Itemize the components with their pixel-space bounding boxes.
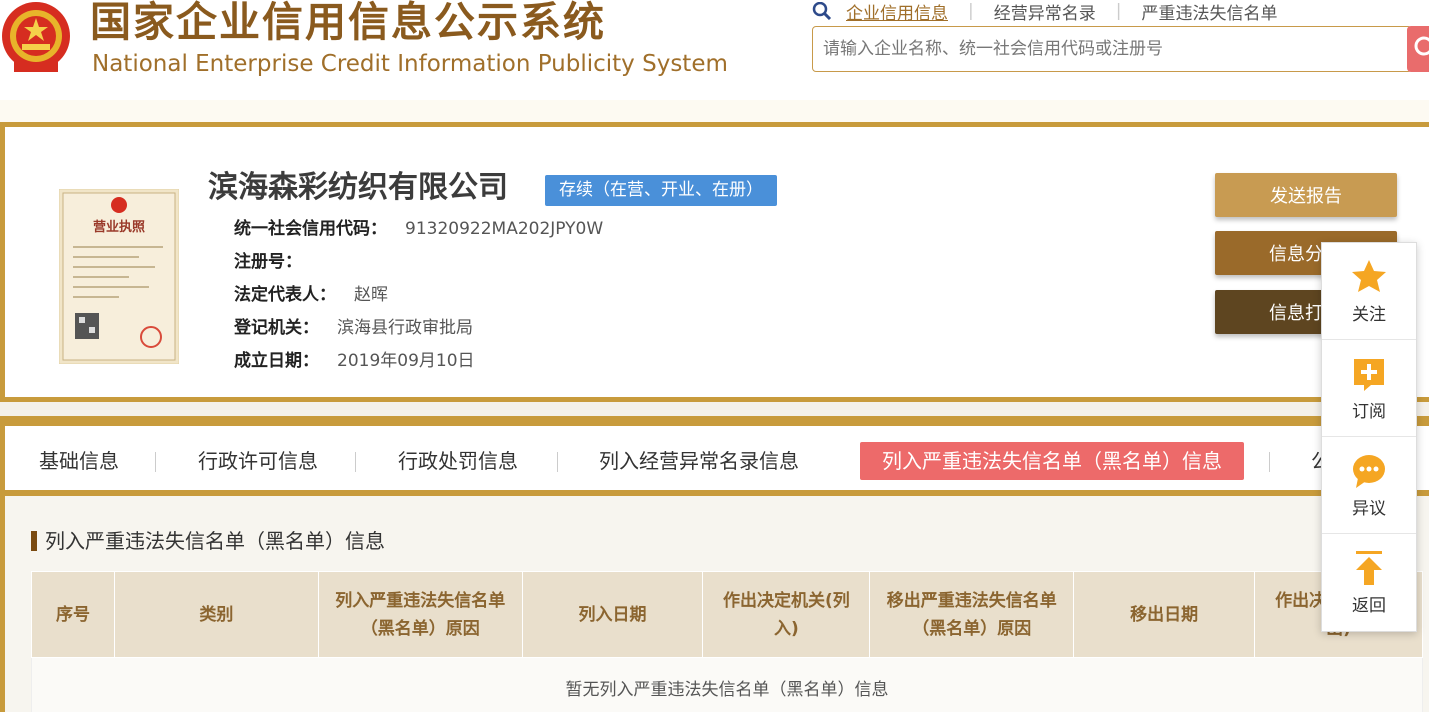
follow-button[interactable]: 关注 <box>1322 243 1416 340</box>
blacklist-section: 列入严重违法失信名单（黑名单）信息 序号 类别 列入严重违法失信名单（黑名单）原… <box>5 496 1429 712</box>
company-name: 滨海森彩纺织有限公司 <box>208 170 508 205</box>
national-emblem-icon[interactable] <box>0 0 78 80</box>
info-registration-number: 注册号： <box>234 250 320 274</box>
back-to-top-button[interactable]: 返回 <box>1322 534 1416 631</box>
business-license-thumbnail[interactable]: 营业执照 <box>59 189 179 364</box>
subscribe-button[interactable]: 订阅 <box>1322 340 1416 437</box>
info-value: 赵晖 <box>354 285 388 305</box>
star-icon <box>1352 259 1386 292</box>
subscribe-icon <box>1354 358 1384 391</box>
site-header: 国家企业信用信息公示系统 National Enterprise Credit … <box>0 0 1429 100</box>
column-header: 列入日期 <box>521 571 704 658</box>
tab-abnormal-operation[interactable]: 列入经营异常名录信息 <box>599 442 799 480</box>
section-gap <box>0 402 1429 416</box>
tab-separator <box>557 452 558 472</box>
chat-bubble-icon <box>1353 454 1385 488</box>
top-nav: 企业信用信息 | 经营异常名录 | 严重违法失信名单 <box>812 0 1277 24</box>
back-to-top-icon <box>1356 551 1382 585</box>
nav-serious-violation-list[interactable]: 严重违法失信名单 <box>1141 0 1277 24</box>
tabs-section: 基础信息 行政许可信息 行政处罚信息 列入经营异常名录信息 列入严重违法失信名单… <box>0 416 1429 712</box>
status-badge: 存续（在营、开业、在册） <box>545 175 777 206</box>
column-header: 列入严重违法失信名单（黑名单）原因 <box>317 571 523 658</box>
tab-separator <box>355 452 356 472</box>
site-title-cn[interactable]: 国家企业信用信息公示系统 <box>90 0 606 44</box>
column-header: 类别 <box>113 571 319 658</box>
subscribe-label: 订阅 <box>1352 401 1386 422</box>
empty-state-text: 暂无列入严重违法失信名单（黑名单）信息 <box>31 657 1423 712</box>
info-label: 统一社会信用代码： <box>234 219 387 239</box>
objection-button[interactable]: 异议 <box>1322 437 1416 534</box>
site-title-en[interactable]: National Enterprise Credit Information P… <box>92 50 728 78</box>
nav-separator: | <box>968 1 974 21</box>
column-header: 序号 <box>31 571 115 658</box>
search-icon <box>812 2 832 20</box>
info-label: 成立日期： <box>234 351 319 371</box>
table-row: 暂无列入严重违法失信名单（黑名单）信息 <box>31 657 1423 712</box>
info-value: 2019年09月10日 <box>337 351 475 371</box>
search-button[interactable] <box>1407 26 1429 72</box>
title-bar <box>31 531 37 551</box>
license-title: 营业执照 <box>93 219 145 235</box>
nav-separator: | <box>1115 1 1122 21</box>
info-registration-authority: 登记机关： 滨海县行政审批局 <box>234 316 473 340</box>
back-to-top-label: 返回 <box>1352 596 1386 616</box>
info-value: 91320922MA202JPY0W <box>405 219 604 239</box>
info-label: 注册号： <box>234 252 302 272</box>
tab-admin-license[interactable]: 行政许可信息 <box>198 442 318 480</box>
search-input[interactable] <box>823 39 1383 59</box>
nav-enterprise-credit[interactable]: 企业信用信息 <box>846 0 948 24</box>
table-header-row: 序号 类别 列入严重违法失信名单（黑名单）原因 列入日期 作出决定机关(列入) … <box>31 571 1423 658</box>
info-legal-representative: 法定代表人： 赵晖 <box>234 283 388 307</box>
floating-toolbar: 关注 订阅 异议 返回 <box>1321 242 1417 632</box>
info-label: 法定代表人： <box>234 285 336 305</box>
tab-separator <box>155 452 156 472</box>
info-label: 登记机关： <box>234 318 319 338</box>
info-credit-code: 统一社会信用代码： 91320922MA202JPY0W <box>234 217 603 241</box>
tab-basic-info[interactable]: 基础信息 <box>39 442 119 480</box>
tab-separator <box>1269 452 1270 472</box>
tab-serious-violation[interactable]: 列入严重违法失信名单（黑名单）信息 <box>860 442 1244 480</box>
blacklist-table: 序号 类别 列入严重违法失信名单（黑名单）原因 列入日期 作出决定机关(列入) … <box>31 571 1423 712</box>
section-title: 列入严重违法失信名单（黑名单）信息 <box>31 528 385 554</box>
objection-label: 异议 <box>1352 498 1386 519</box>
header-band <box>0 100 1429 122</box>
column-header: 移出严重违法失信名单（黑名单）原因 <box>869 571 1075 658</box>
tab-bar: 基础信息 行政许可信息 行政处罚信息 列入经营异常名录信息 列入严重违法失信名单… <box>5 426 1429 490</box>
nav-abnormal-list[interactable]: 经营异常名录 <box>994 0 1096 24</box>
section-title-text: 列入严重违法失信名单（黑名单）信息 <box>45 529 385 553</box>
follow-label: 关注 <box>1352 304 1386 325</box>
company-card: 营业执照 滨海森彩纺织有限公司 存续（在营、开业、在册） 统一社会信用代码： 91… <box>0 122 1429 402</box>
tab-admin-penalty[interactable]: 行政处罚信息 <box>398 442 518 480</box>
column-header: 移出日期 <box>1073 571 1256 658</box>
search-box <box>812 26 1412 72</box>
column-header: 作出决定机关(列入) <box>702 571 871 658</box>
info-established-date: 成立日期： 2019年09月10日 <box>234 349 475 373</box>
search-button-icon <box>1414 36 1429 56</box>
info-value: 滨海县行政审批局 <box>337 318 473 338</box>
send-report-button[interactable]: 发送报告 <box>1215 173 1397 217</box>
